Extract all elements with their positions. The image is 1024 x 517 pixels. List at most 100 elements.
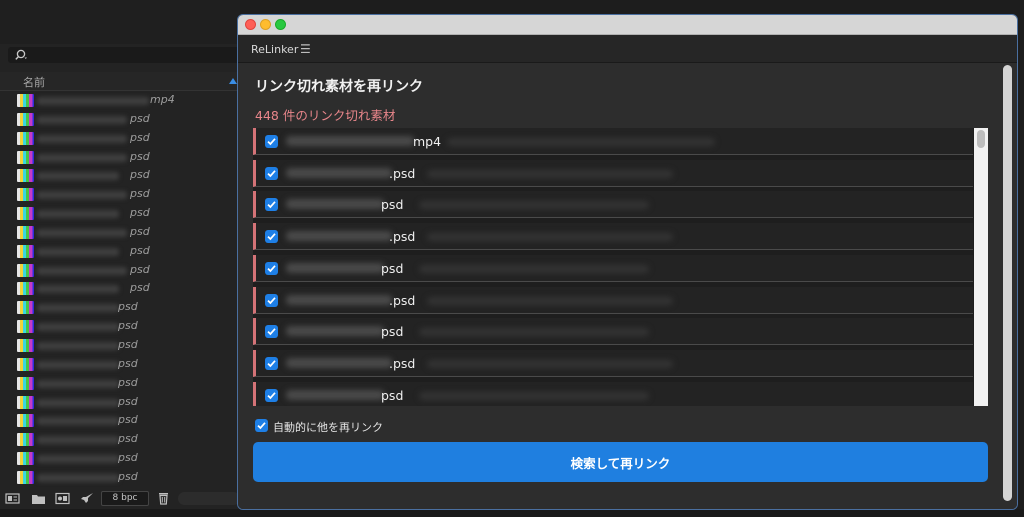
blurred-item-path xyxy=(419,201,649,210)
rocket-icon[interactable] xyxy=(80,492,95,505)
footage-file-icon xyxy=(17,452,34,466)
name-column-header[interactable]: 名前 xyxy=(0,72,240,91)
panel-tab-bar: ReLinker ☰ xyxy=(238,35,1017,63)
footage-file-icon xyxy=(17,150,34,164)
horizontal-scrollbar[interactable] xyxy=(178,492,240,505)
search-and-relink-button[interactable]: 検索して再リンク xyxy=(253,442,988,482)
project-file-row[interactable]: psd xyxy=(0,110,240,129)
blurred-item-path xyxy=(427,296,673,305)
auto-relink-checkbox[interactable] xyxy=(255,419,268,432)
missing-item-row[interactable]: psd xyxy=(253,318,973,346)
project-file-row[interactable]: psd xyxy=(0,279,240,298)
project-file-row[interactable]: psd xyxy=(0,393,240,412)
missing-item-row[interactable]: .psd xyxy=(253,349,973,377)
panel-scrollbar[interactable] xyxy=(1002,63,1014,507)
blurred-file-name xyxy=(37,417,119,426)
project-file-row[interactable]: mp4 xyxy=(0,91,240,110)
project-file-row[interactable]: psd xyxy=(0,298,240,317)
missing-item-row[interactable]: psd xyxy=(253,191,973,219)
missing-item-checkbox[interactable] xyxy=(265,356,278,370)
blurred-item-path xyxy=(427,169,673,178)
footage-file-icon xyxy=(17,395,34,409)
project-file-row[interactable]: psd xyxy=(0,468,240,487)
project-file-row[interactable]: psd xyxy=(0,204,240,223)
file-extension: psd xyxy=(130,224,150,238)
blurred-file-name xyxy=(37,398,119,407)
blurred-file-name xyxy=(37,360,119,369)
new-folder-icon[interactable] xyxy=(31,492,46,505)
missing-item-checkbox[interactable] xyxy=(265,166,278,180)
missing-item-checkbox[interactable] xyxy=(265,293,278,307)
panel-heading: リンク切れ素材を再リンク xyxy=(255,79,423,95)
missing-item-row[interactable]: .psd xyxy=(253,159,973,187)
missing-item-checkbox[interactable] xyxy=(265,261,278,275)
missing-item-extension: .psd xyxy=(389,292,416,308)
new-composition-icon[interactable] xyxy=(55,492,70,505)
blurred-item-path xyxy=(427,359,673,368)
project-file-row[interactable]: psd xyxy=(0,223,240,242)
file-extension: psd xyxy=(118,394,138,408)
relinker-content: リンク切れ素材を再リンク 448 件のリンク切れ素材 mp4 .psd psd .ps… xyxy=(238,63,1017,509)
missing-item-extension: psd xyxy=(381,260,404,276)
missing-item-checkbox[interactable] xyxy=(265,230,278,244)
footage-file-icon xyxy=(17,207,34,221)
trash-icon[interactable] xyxy=(156,492,171,505)
blurred-item-name xyxy=(286,262,384,273)
missing-item-row[interactable]: psd xyxy=(253,381,973,406)
window-titlebar[interactable] xyxy=(238,15,1017,35)
missing-item-row[interactable]: .psd xyxy=(253,286,973,314)
project-file-row[interactable]: psd xyxy=(0,261,240,280)
project-file-row[interactable]: psd xyxy=(0,336,240,355)
footage-file-icon xyxy=(17,357,34,371)
interpret-footage-icon[interactable] xyxy=(5,492,20,505)
missing-item-checkbox[interactable] xyxy=(265,388,278,402)
footage-file-icon xyxy=(17,320,34,334)
missing-item-checkbox[interactable] xyxy=(265,135,278,148)
project-file-row[interactable]: psd xyxy=(0,242,240,261)
footage-file-icon xyxy=(17,263,34,277)
list-scrollbar-thumb[interactable] xyxy=(977,130,985,148)
list-scrollbar[interactable] xyxy=(974,128,988,406)
blurred-file-name xyxy=(37,247,119,256)
footage-file-icon xyxy=(17,470,34,484)
project-file-row[interactable]: psd xyxy=(0,185,240,204)
project-file-row[interactable]: psd xyxy=(0,430,240,449)
blurred-item-path xyxy=(427,233,673,242)
maximize-window-button[interactable] xyxy=(275,19,286,30)
missing-count-label: 448 件のリンク切れ素材 xyxy=(255,108,396,123)
project-file-row[interactable]: psd xyxy=(0,148,240,167)
missing-item-row[interactable]: .psd xyxy=(253,223,973,251)
blurred-item-path xyxy=(447,138,715,146)
name-column-label: 名前 xyxy=(23,76,45,89)
file-extension: psd xyxy=(118,337,138,351)
bit-depth-button[interactable]: 8 bpc xyxy=(101,491,149,506)
project-file-row[interactable]: psd xyxy=(0,129,240,148)
close-window-button[interactable] xyxy=(245,19,256,30)
file-extension: psd xyxy=(130,130,150,144)
footage-file-icon xyxy=(17,169,34,183)
blurred-item-name xyxy=(286,231,392,242)
project-file-row[interactable]: psd xyxy=(0,449,240,468)
footage-file-icon xyxy=(17,338,34,352)
project-file-row[interactable]: psd xyxy=(0,355,240,374)
footage-file-icon xyxy=(17,188,34,202)
panel-scrollbar-thumb[interactable] xyxy=(1003,65,1012,501)
panel-tab-name[interactable]: ReLinker xyxy=(251,43,298,56)
blurred-file-name xyxy=(37,473,119,482)
blurred-file-name xyxy=(37,228,127,237)
project-file-row[interactable]: psd xyxy=(0,411,240,430)
project-search-input[interactable] xyxy=(8,47,240,63)
missing-item-row[interactable]: psd xyxy=(253,254,973,282)
project-file-row[interactable]: psd xyxy=(0,374,240,393)
minimize-window-button[interactable] xyxy=(260,19,271,30)
missing-item-row[interactable]: mp4 xyxy=(253,128,973,155)
missing-item-checkbox[interactable] xyxy=(265,325,278,339)
hamburger-icon[interactable]: ☰ xyxy=(300,42,311,56)
file-extension: psd xyxy=(130,168,150,182)
project-file-row[interactable]: psd xyxy=(0,166,240,185)
sort-ascending-icon[interactable] xyxy=(229,78,237,84)
missing-item-extension: mp4 xyxy=(413,134,442,149)
footage-file-icon xyxy=(17,244,34,258)
missing-item-checkbox[interactable] xyxy=(265,198,278,212)
project-file-row[interactable]: psd xyxy=(0,317,240,336)
